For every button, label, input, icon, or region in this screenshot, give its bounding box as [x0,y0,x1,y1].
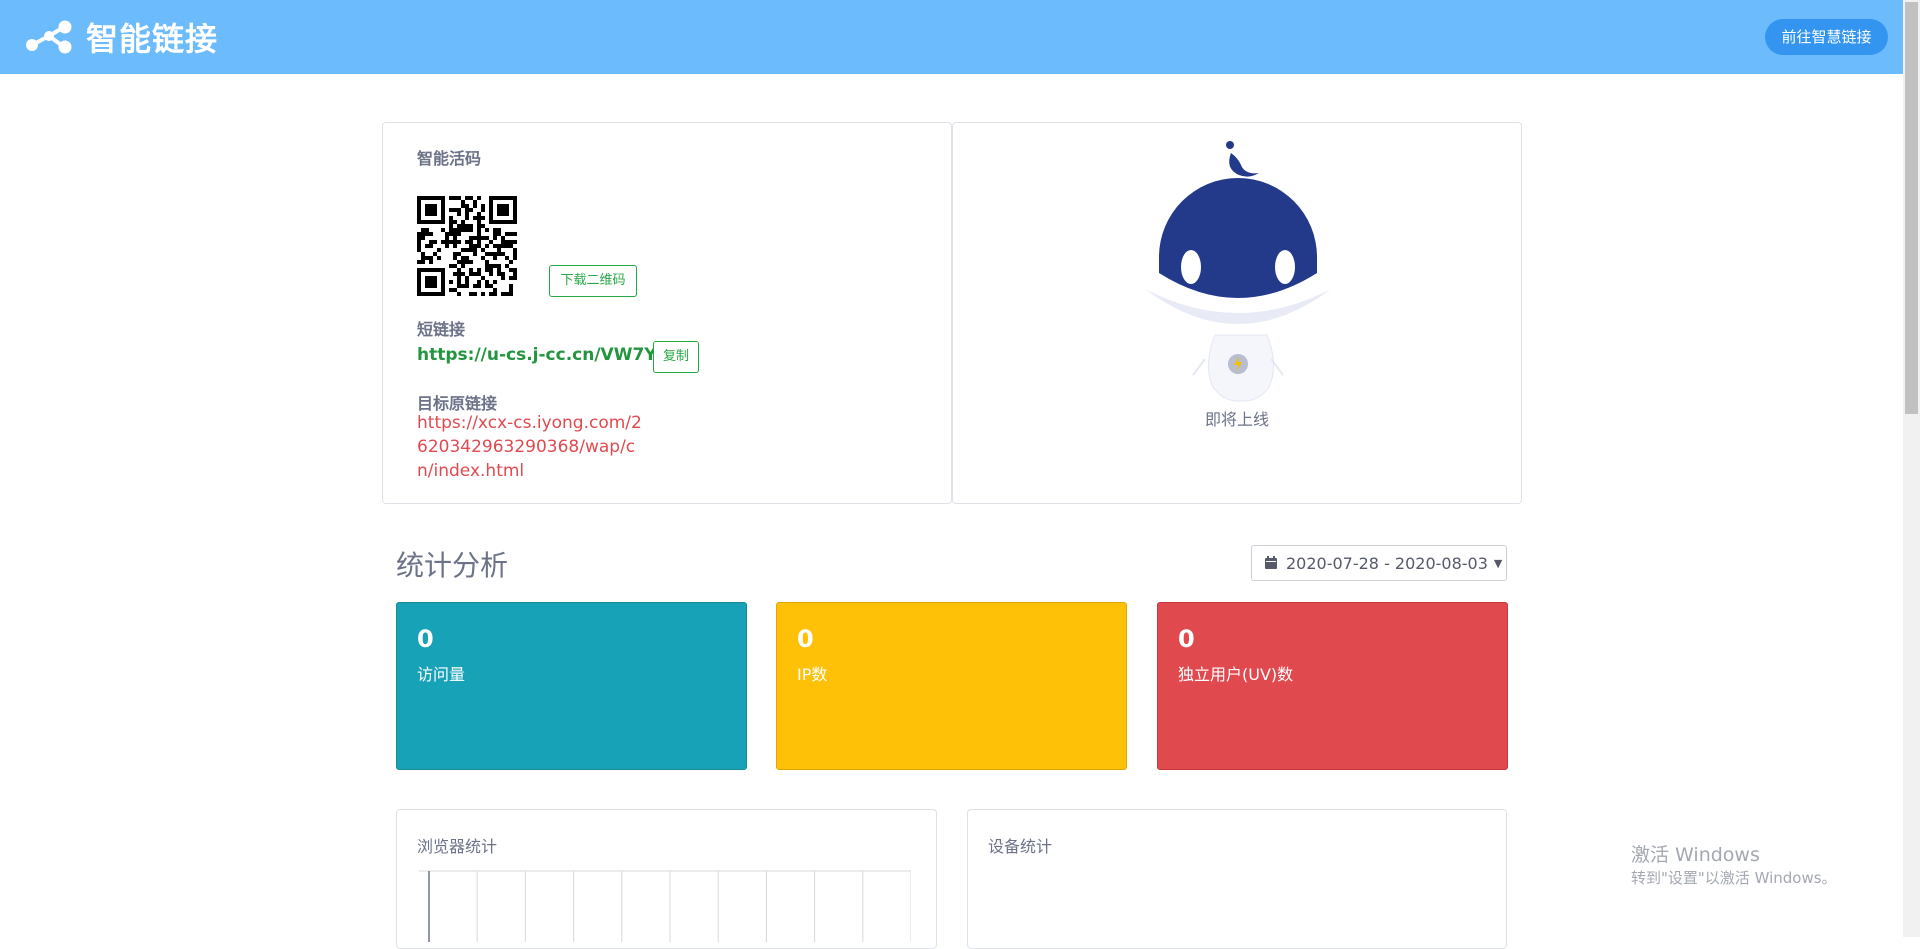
date-range-value: 2020-07-28 - 2020-08-03 [1286,553,1488,573]
share-nodes-icon [26,20,72,54]
scrollbar-thumb[interactable] [1905,2,1918,414]
windows-watermark-subtitle: 转到"设置"以激活 Windows。 [1631,869,1837,887]
short-link-title: 短链接 [417,320,466,339]
browser-stats-title: 浏览器统计 [417,837,498,856]
stat-value: 0 [1178,625,1195,653]
device-stats-card: 设备统计 [967,809,1507,949]
stat-label: 访问量 [417,665,466,684]
stat-card-ip: 0 IP数 [776,602,1127,770]
caret-down-icon: ▼ [1493,556,1503,570]
stat-label: 独立用户(UV)数 [1178,665,1294,684]
qr-code-image [417,196,517,296]
copy-short-link-button[interactable]: 复制 [653,341,699,373]
download-qr-button[interactable]: 下载二维码 [549,265,637,297]
browser-chart-grid [419,870,911,942]
windows-watermark-title: 激活 Windows [1631,844,1760,866]
device-stats-title: 设备统计 [988,837,1053,856]
stat-card-visits: 0 访问量 [396,602,747,770]
short-link-url[interactable]: https://u-cs.j-cc.cn/VW7Ywy [417,345,683,365]
stat-label: IP数 [797,665,828,684]
robot-mascot-icon [1145,141,1331,402]
brand[interactable]: 智能链接 [24,16,218,58]
calendar-icon [1265,556,1277,569]
target-link-url[interactable]: https://xcx-cs.iyong.com/262034296329036… [417,411,649,483]
coming-soon-text: 即将上线 [1204,410,1269,429]
stats-section-title: 统计分析 [396,549,509,582]
stat-card-uv: 0 独立用户(UV)数 [1157,602,1508,770]
robot-card: 即将上线 [952,122,1522,504]
goto-smart-link-button[interactable]: 前往智慧链接 [1765,19,1888,55]
stat-value: 0 [797,625,814,653]
date-range-picker[interactable]: 2020-07-28 - 2020-08-03 ▼ [1251,545,1507,581]
browser-stats-card: 浏览器统计 [396,809,937,949]
qr-section-title: 智能活码 [417,149,482,168]
stat-value: 0 [417,625,434,653]
page-scrollbar[interactable] [1903,0,1920,937]
top-header: 智能链接 前往智慧链接 [0,0,1903,74]
app-title: 智能链接 [86,20,219,58]
link-info-card: 智能活码 下载二维码 短链接 https://u-cs.j-cc.cn/VW7Y… [382,122,952,504]
